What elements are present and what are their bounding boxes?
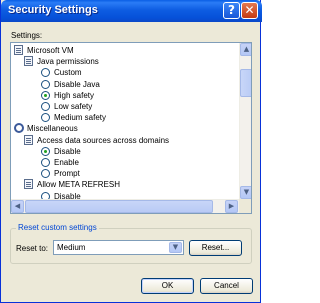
tree-item-label: Enable — [54, 158, 79, 167]
radio-unchecked-icon[interactable] — [41, 191, 50, 199]
horizontal-scrollbar[interactable]: ◀ ▶ — [11, 199, 239, 213]
tree-item-label: Medium safety — [54, 113, 107, 123]
tree-item-label: Microsoft VM — [27, 46, 74, 55]
radio-unchecked-icon[interactable] — [41, 113, 50, 123]
radio-checked-icon[interactable] — [41, 146, 50, 156]
tree-item-label: Java permissions — [37, 57, 99, 67]
reset-to-label: Reset to: — [16, 244, 49, 253]
reset-button[interactable]: Reset... — [189, 240, 242, 256]
tree-item-label: Prompt — [54, 169, 80, 179]
scroll-right-button[interactable]: ▶ — [225, 200, 238, 213]
title-bar[interactable]: Security Settings ? ✕ — [1, 0, 262, 22]
settings-tree[interactable]: Microsoft VM Java permissions Custom Disabl… — [10, 42, 252, 214]
tree-item-label: Allow META REFRESH — [37, 180, 120, 190]
scroll-up-button[interactable]: ▲ — [240, 43, 251, 56]
tree-item-label: Disable — [54, 146, 81, 156]
security-settings-dialog: Security Settings ? ✕ Settings: Microsof… — [0, 0, 262, 303]
reset-group-title: Reset custom settings — [16, 222, 99, 233]
gear-icon — [14, 123, 24, 134]
tree-item-label: Disable — [54, 191, 81, 199]
radio-unchecked-icon[interactable] — [41, 158, 50, 167]
dialog-title: Security Settings — [8, 4, 98, 16]
tree-item-label: Miscellaneous — [27, 124, 78, 134]
scrollbar-corner — [239, 199, 251, 213]
help-button[interactable]: ? — [223, 2, 240, 19]
reset-level-dropdown[interactable]: Medium ▼ — [53, 240, 184, 255]
close-button[interactable]: ✕ — [241, 2, 258, 19]
chevron-down-icon[interactable]: ▼ — [169, 242, 182, 253]
settings-page-icon — [24, 134, 33, 145]
tree-item-label: Custom — [54, 68, 82, 78]
radio-unchecked-icon[interactable] — [41, 102, 50, 111]
settings-page-icon — [14, 45, 23, 55]
radio-unchecked-icon[interactable] — [41, 68, 50, 78]
radio-unchecked-icon[interactable] — [41, 79, 50, 89]
radio-unchecked-icon[interactable] — [41, 169, 50, 179]
horizontal-scroll-thumb[interactable] — [25, 200, 213, 213]
tree-item-label: Disable Java — [54, 79, 100, 89]
settings-page-icon — [24, 56, 33, 67]
cancel-button[interactable]: Cancel — [200, 278, 253, 294]
ok-button[interactable]: OK — [141, 278, 194, 294]
vertical-scrollbar[interactable]: ▲ ▼ — [239, 43, 251, 199]
tree-item-label: Low safety — [54, 102, 93, 111]
settings-tree-list: Microsoft VM Java permissions Custom Disabl… — [11, 43, 239, 199]
scroll-left-button[interactable]: ◀ — [11, 200, 24, 213]
tree-item-label: Access data sources across domains — [37, 135, 170, 145]
settings-page-icon — [24, 179, 33, 190]
reset-level-value: Medium — [57, 243, 86, 252]
tree-item-label: High safety — [54, 90, 95, 100]
scroll-down-button[interactable]: ▼ — [240, 186, 251, 199]
settings-label: Settings: — [11, 31, 43, 40]
vertical-scroll-thumb[interactable] — [240, 69, 251, 97]
radio-checked-icon[interactable] — [41, 90, 50, 100]
